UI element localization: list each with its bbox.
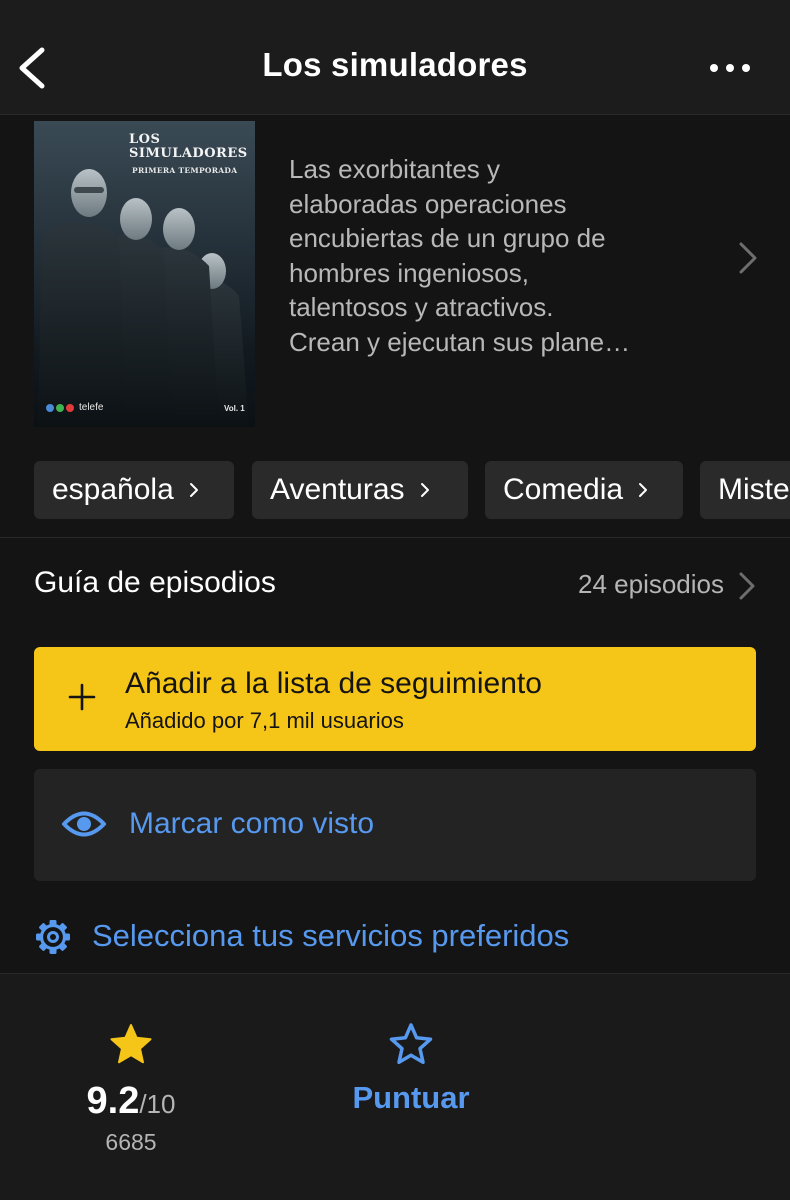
rating-count: 6685: [105, 1129, 157, 1155]
genre-chip-label: Aventuras: [270, 473, 405, 506]
synopsis-line: Las exorbitantes y: [289, 154, 501, 184]
synopsis-line: hombres ingeniosos,: [289, 257, 529, 288]
watchlist-subtitle: Añadido por 7,1 mil usuarios: [125, 708, 404, 733]
star-outline-icon: [389, 1023, 433, 1065]
synopsis-line: Crean y ejecutan sus plane…: [289, 326, 631, 357]
brand-dot-icon: [56, 403, 64, 412]
divider: [0, 537, 790, 538]
genre-chip-misterio[interactable]: Miste: [700, 461, 790, 519]
rate-button[interactable]: Puntuar: [330, 1014, 492, 1124]
preferred-services-label: Selecciona tus servicios preferidos: [92, 918, 570, 953]
genre-chip-aventuras[interactable]: Aventuras: [252, 461, 468, 519]
brand-dot-icon: [46, 403, 54, 412]
chevron-right-icon: [639, 483, 648, 497]
more-horizontal-icon: [710, 64, 718, 72]
genre-chip-label: española: [52, 473, 174, 506]
chevron-right-icon: [739, 572, 755, 600]
episode-guide-title: Guía de episodios: [34, 566, 276, 599]
page-title: Los simuladores: [262, 46, 528, 83]
mark-as-watched-label: Marcar como visto: [129, 807, 375, 840]
chevron-right-icon: [739, 242, 757, 274]
synopsis-line: elaboradas operaciones: [289, 188, 567, 219]
mark-as-watched-button[interactable]: Marcar como visto: [34, 769, 756, 881]
poster-volume: Vol. 1: [224, 404, 245, 413]
poster-title: LOS SIMULADORES: [129, 133, 249, 161]
star-filled-icon: [110, 1024, 152, 1064]
rating-value: 9.2: [86, 1080, 140, 1122]
poster-subtitle: PRIMERA TEMPORADA: [132, 166, 238, 175]
genre-chip-comedia[interactable]: Comedia: [485, 461, 683, 519]
brand-dot-icon: [66, 403, 74, 412]
chevron-right-icon: [420, 483, 429, 497]
rating-scale: /10: [139, 1089, 176, 1119]
more-options-button[interactable]: [700, 50, 760, 86]
chevron-right-icon: [189, 483, 198, 497]
genre-chip-label: Comedia: [503, 473, 624, 506]
top-bar: Los simuladores: [0, 0, 790, 115]
series-poster[interactable]: LOS SIMULADORES PRIMERA TEMPORADA telefe…: [34, 121, 255, 427]
synopsis[interactable]: Las exorbitantes y elaboradas operacione…: [289, 152, 709, 359]
synopsis-expand-button[interactable]: [735, 240, 759, 276]
plus-icon: [68, 683, 96, 711]
gear-icon: [36, 920, 70, 954]
genre-chips: española Aventuras Comedia Miste: [34, 461, 790, 519]
poster-title-line: LOS: [129, 132, 161, 147]
more-horizontal-icon: [742, 64, 750, 72]
rate-label: Puntuar: [352, 1080, 470, 1115]
synopsis-line: talentosos y atractivos.: [289, 292, 554, 322]
genre-chip-label: Miste: [718, 473, 790, 506]
brand-name: telefe: [79, 402, 104, 413]
imdb-rating: 9.2/10: [0, 1080, 262, 1123]
eye-icon: [62, 811, 106, 837]
preferred-services-link[interactable]: Selecciona tus servicios preferidos: [34, 912, 734, 962]
episode-count: 24 episodios: [578, 569, 724, 599]
poster-brand: telefe: [46, 402, 103, 413]
episode-guide-row[interactable]: Guía de episodios 24 episodios: [0, 548, 790, 622]
add-to-watchlist-button[interactable]: Añadir a la lista de seguimiento Añadido…: [34, 647, 756, 751]
watchlist-title: Añadir a la lista de seguimiento: [125, 667, 542, 700]
rating-section: 9.2/10 6685 Puntuar: [0, 974, 790, 1200]
poster-title-line: SIMULADORES: [129, 146, 248, 161]
genre-chip-espanola[interactable]: española: [34, 461, 234, 519]
synopsis-line: encubiertas de un grupo de: [289, 223, 606, 253]
more-horizontal-icon: [726, 64, 734, 72]
